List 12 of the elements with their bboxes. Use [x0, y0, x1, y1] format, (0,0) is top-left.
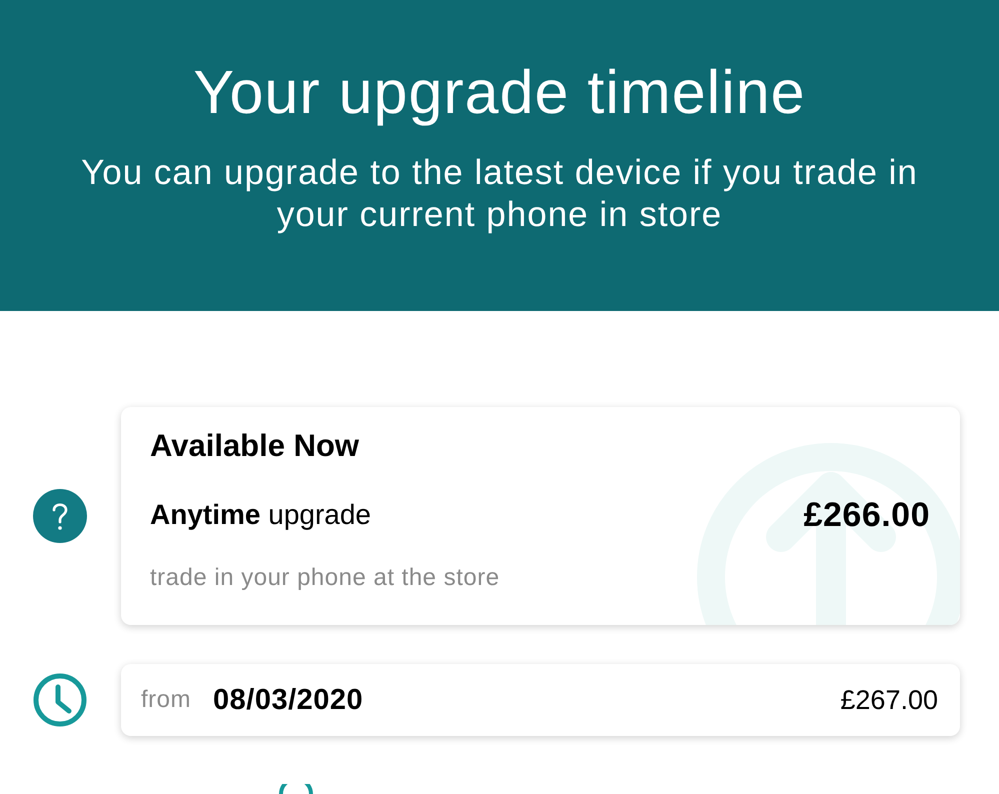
- date-price: £267.00: [840, 684, 938, 717]
- clock-icon: [33, 673, 87, 727]
- page-title: Your upgrade timeline: [193, 57, 806, 128]
- availability-heading: Available Now: [150, 427, 360, 465]
- trade-in-note: trade in your phone at the store: [150, 563, 500, 593]
- from-label: from: [141, 685, 191, 715]
- ring-icon: [278, 784, 314, 794]
- page-subtitle: You can upgrade to the latest device if you trade in your current phone in store: [80, 152, 919, 236]
- upgrade-price: £266.00: [804, 495, 930, 535]
- upgrade-type: Anytime upgrade: [150, 498, 372, 532]
- help-icon[interactable]: [33, 489, 87, 543]
- upgrade-date: 08/03/2020: [213, 683, 364, 718]
